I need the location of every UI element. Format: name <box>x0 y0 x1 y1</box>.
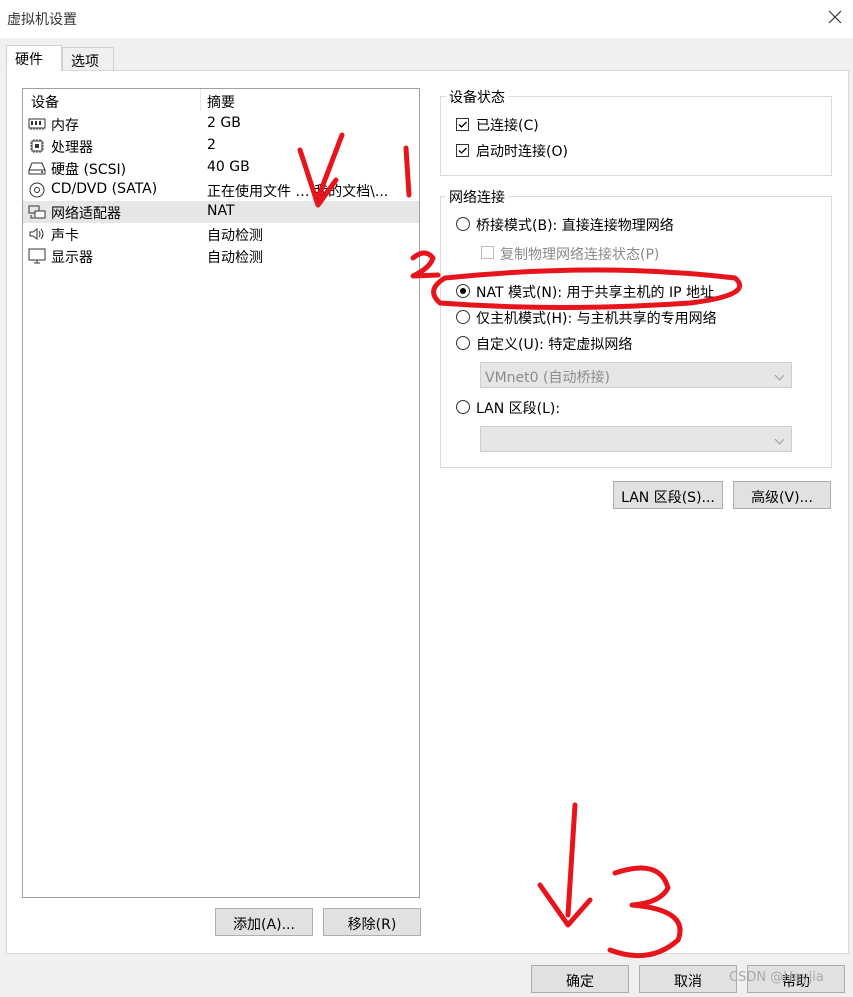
device-name: 网络适配器 <box>51 206 121 222</box>
remove-device-button[interactable]: 移除(R) <box>323 908 421 936</box>
harddisk-icon <box>28 160 46 176</box>
lan-segment-radio[interactable] <box>456 400 470 414</box>
device-name: 显示器 <box>51 250 93 266</box>
replicate-state-label[interactable]: 复制物理网络连接状态(P) <box>500 244 659 264</box>
device-row-display[interactable]: 显示器 自动检测 <box>23 245 419 267</box>
monitor-icon <box>28 248 46 264</box>
title-bar <box>0 0 853 38</box>
column-header-summary[interactable]: 摘要 <box>207 89 235 111</box>
device-summary: 40 GB <box>207 159 250 175</box>
bridged-label[interactable]: 桥接模式(B): 直接连接物理网络 <box>476 215 674 235</box>
device-status-group <box>440 96 832 176</box>
device-row-memory[interactable]: 内存 2 GB <box>23 113 419 135</box>
connect-at-power-on-checkbox[interactable] <box>456 144 469 157</box>
network-connection-legend: 网络连接 <box>446 187 508 207</box>
device-name: 声卡 <box>51 228 79 244</box>
device-summary: NAT <box>207 203 235 219</box>
window-title: 虚拟机设置 <box>7 12 77 28</box>
cancel-button[interactable]: 取消 <box>639 965 737 993</box>
device-summary: 自动检测 <box>207 228 263 244</box>
device-name: 硬盘 (SCSI) <box>51 162 127 178</box>
network-icon <box>28 204 46 220</box>
tab-options-label: 选项 <box>71 54 99 70</box>
watermark-text: CSDN @Heyjia <box>729 970 824 985</box>
connect-at-power-on-label[interactable]: 启动时连接(O) <box>476 141 568 161</box>
device-name: 内存 <box>51 118 79 134</box>
nat-radio[interactable] <box>456 284 470 298</box>
tab-options[interactable]: 选项 <box>62 47 114 71</box>
device-summary: 2 GB <box>207 115 241 131</box>
custom-radio[interactable] <box>456 336 470 350</box>
device-row-cddvd[interactable]: CD/DVD (SATA) 正在使用文件 …\我的文档\... <box>23 179 419 201</box>
chevron-down-icon <box>774 370 785 381</box>
device-row-processor[interactable]: 处理器 2 <box>23 135 419 157</box>
device-summary: 自动检测 <box>207 250 263 266</box>
device-name: 处理器 <box>51 140 93 156</box>
replicate-state-checkbox[interactable] <box>481 246 494 259</box>
host-only-label[interactable]: 仅主机模式(H): 与主机共享的专用网络 <box>476 308 717 328</box>
custom-network-select[interactable]: VMnet0 (自动桥接) <box>480 362 792 388</box>
cpu-icon <box>28 138 46 154</box>
ok-button[interactable]: 确定 <box>531 965 629 993</box>
nat-label[interactable]: NAT 模式(N): 用于共享主机的 IP 地址 <box>476 282 714 302</box>
connected-label[interactable]: 已连接(C) <box>476 115 539 135</box>
lan-segment-select[interactable] <box>480 426 792 452</box>
host-only-radio[interactable] <box>456 310 470 324</box>
device-name: CD/DVD (SATA) <box>51 181 158 197</box>
column-divider[interactable] <box>200 89 201 111</box>
lan-segments-button[interactable]: LAN 区段(S)... <box>613 481 723 509</box>
device-row-harddisk[interactable]: 硬盘 (SCSI) 40 GB <box>23 157 419 179</box>
speaker-icon <box>28 226 46 242</box>
device-summary: 2 <box>207 137 216 153</box>
device-row-network[interactable]: 网络适配器 NAT <box>23 201 419 223</box>
bridged-radio[interactable] <box>456 217 470 231</box>
device-row-sound[interactable]: 声卡 自动检测 <box>23 223 419 245</box>
device-status-legend: 设备状态 <box>446 87 508 107</box>
tab-hardware[interactable]: 硬件 <box>6 45 62 71</box>
connected-checkbox[interactable] <box>456 118 469 131</box>
memory-icon <box>28 116 46 132</box>
radio-selected-dot <box>460 288 466 294</box>
column-header-device[interactable]: 设备 <box>31 89 59 111</box>
advanced-button[interactable]: 高级(V)... <box>733 481 831 509</box>
device-list[interactable]: 设备 摘要 内存 2 GB 处理器 2 硬盘 (SCSI) 40 GB CD/D… <box>22 88 420 898</box>
tab-hardware-label: 硬件 <box>15 52 43 68</box>
custom-label[interactable]: 自定义(U): 特定虚拟网络 <box>476 334 632 354</box>
lan-segment-label[interactable]: LAN 区段(L): <box>476 398 560 418</box>
device-summary: 正在使用文件 …\我的文档\... <box>207 184 389 200</box>
cd-icon <box>28 182 46 198</box>
close-icon[interactable] <box>826 8 844 26</box>
add-device-button[interactable]: 添加(A)... <box>215 908 313 936</box>
chevron-down-icon <box>774 434 785 445</box>
custom-network-value: VMnet0 (自动桥接) <box>485 370 610 386</box>
